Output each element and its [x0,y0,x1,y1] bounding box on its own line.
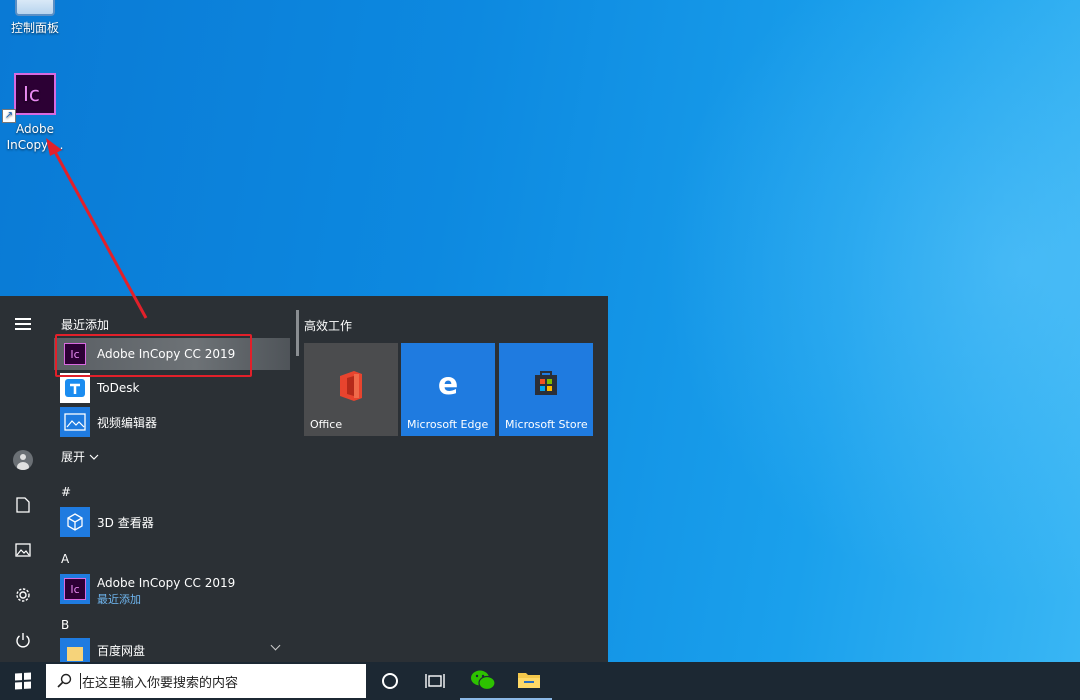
todesk-icon [60,373,90,403]
pictures-button[interactable] [0,532,46,568]
desktop-icon-control-panel[interactable]: 控制面板 [0,0,70,36]
list-item-video-editor[interactable]: 视频编辑器 [54,406,290,438]
power-icon [16,633,30,648]
wechat-icon [471,670,496,691]
picture-icon [15,543,31,557]
power-button[interactable] [0,622,46,658]
chevron-down-icon [89,454,99,460]
incopy-tile: Ic [60,574,90,604]
search-icon [57,673,72,688]
group-letter[interactable]: A [61,552,69,566]
incopy-icon: Ic ↗ [2,73,56,123]
edge-icon: e [437,367,459,402]
hamburger-icon [15,318,31,330]
app-name: 3D 查看器 [97,515,154,530]
office-icon [304,369,398,407]
tiles-panel: 高效工作 Office e Microsoft Edge Microsoft S… [304,296,608,662]
cortana-icon [382,673,398,689]
desktop-icon-label: 控制面板 [10,21,59,35]
documents-button[interactable] [0,487,46,523]
tile-microsoft-store[interactable]: Microsoft Store [499,343,593,436]
settings-button[interactable] [0,577,46,613]
group-letter[interactable]: # [61,485,71,499]
cortana-button[interactable] [367,662,413,700]
tile-label: Microsoft Store [505,418,588,431]
app-name: 百度网盘 [97,644,146,658]
text-cursor [80,673,81,689]
group-letter[interactable]: B [61,618,69,632]
list-item-incopy[interactable]: Ic Adobe InCopy CC 2019 最近添加 [54,573,290,606]
desktop-icon-label: InCopy ... [6,138,64,152]
store-icon [499,369,593,401]
control-panel-icon [15,0,55,16]
account-button[interactable] [0,442,46,478]
app-name: Adobe InCopy CC 2019 [97,575,236,590]
tile-label: Microsoft Edge [407,418,489,431]
expand-label: 展开 [61,450,86,464]
windows-icon [15,672,31,690]
document-icon [16,497,30,513]
avatar [13,450,33,470]
recent-header: 最近添加 [61,318,110,332]
task-view-button[interactable] [412,662,458,700]
tile-office[interactable]: Office [304,343,398,436]
scrollbar[interactable] [296,310,299,356]
incopy-icon: Ic [64,578,86,600]
menu-expand-button[interactable] [0,306,46,342]
tile-microsoft-edge[interactable]: e Microsoft Edge [401,343,495,436]
taskbar: 在这里输入你要搜索的内容 [0,662,1080,700]
desktop-icon-label: Adobe [16,122,54,136]
start-button[interactable] [0,662,46,700]
expand-button[interactable]: 展开 [61,448,99,465]
highlight-box [55,334,252,377]
tile-label: Office [310,418,343,431]
recently-added-badge: 最近添加 [97,592,141,606]
start-rail [0,296,46,662]
file-explorer-button[interactable] [506,662,552,700]
wechat-button[interactable] [460,662,506,700]
folder-icon [60,638,90,662]
shortcut-arrow-icon: ↗ [2,109,16,123]
list-item-baidu-netdisk[interactable]: 百度网盘 [54,638,290,662]
video-editor-icon [60,407,90,437]
app-name: ToDesk [97,381,140,395]
desktop-icon-incopy[interactable]: Ic ↗ Adobe InCopy ... [0,73,70,153]
3d-viewer-icon [60,507,90,537]
gear-icon [16,588,30,602]
tiles-header: 高效工作 [304,319,353,333]
file-explorer-icon [518,673,540,688]
list-item-3d-viewer[interactable]: 3D 查看器 [54,506,290,538]
search-placeholder: 在这里输入你要搜索的内容 [82,675,239,691]
task-view-icon [425,674,445,688]
search-box[interactable]: 在这里输入你要搜索的内容 [46,664,366,698]
app-name: 视频编辑器 [97,415,158,430]
